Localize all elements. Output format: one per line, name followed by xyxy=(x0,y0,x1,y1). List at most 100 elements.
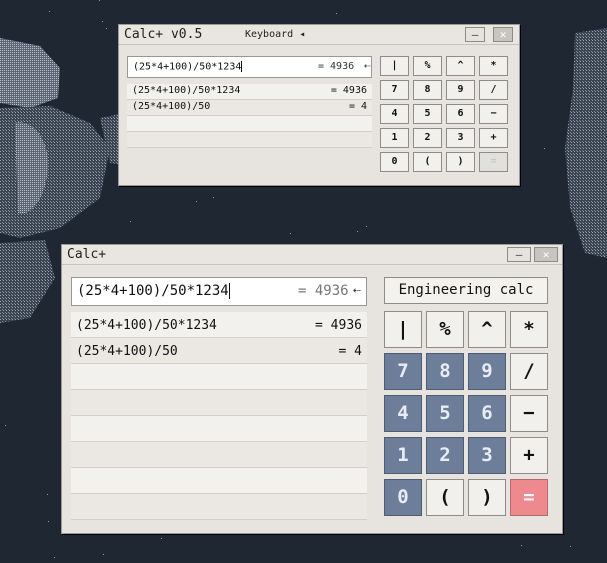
small-window-titlebar[interactable]: Calc+ v0.5 Keyboard ◂ — ✕ xyxy=(119,25,519,45)
history-expression: (25*4+100)/50 xyxy=(132,101,211,112)
small-expression-text: (25*4+100)/50*1234 xyxy=(133,61,242,73)
main-expression-input[interactable]: (25*4+100)/50*1234 = 4936 ⇠ xyxy=(71,277,367,306)
history-expression: (25*4+100)/50*1234 xyxy=(132,85,241,96)
history-row xyxy=(127,132,372,148)
small-result-preview: = 4936 xyxy=(318,61,355,72)
key-plus-button[interactable]: + xyxy=(479,128,508,148)
history-expression: (25*4+100)/50*1234 xyxy=(76,318,217,333)
backspace-icon[interactable]: ⇠ xyxy=(353,283,361,298)
key-percent-button[interactable]: % xyxy=(413,56,442,76)
key-minus-button[interactable]: − xyxy=(510,395,548,432)
key-equals-button[interactable]: = xyxy=(510,479,548,516)
history-row xyxy=(127,116,372,132)
history-row xyxy=(71,390,367,416)
backspace-icon[interactable]: ⇠ xyxy=(364,59,371,72)
key-pipe-button[interactable]: | xyxy=(380,56,409,76)
history-row xyxy=(71,364,367,390)
small-calc-window: Calc+ v0.5 Keyboard ◂ — ✕ (25*4+100)/50*… xyxy=(118,24,520,186)
key-close-paren-button[interactable]: ) xyxy=(446,152,475,172)
star xyxy=(102,21,103,22)
key-multiply-button[interactable]: * xyxy=(479,56,508,76)
history-row[interactable]: (25*4+100)/50 = 4 xyxy=(71,338,367,364)
keyboard-toggle[interactable]: Keyboard ◂ xyxy=(245,29,305,40)
star xyxy=(290,233,291,234)
key-7-button[interactable]: 7 xyxy=(384,353,422,390)
key-3-button[interactable]: 3 xyxy=(446,128,475,148)
star xyxy=(570,546,571,547)
close-button[interactable]: ✕ xyxy=(493,27,513,42)
key-3-button[interactable]: 3 xyxy=(468,437,506,474)
history-row[interactable]: (25*4+100)/50 = 4 xyxy=(127,100,372,116)
small-window-title: Calc+ v0.5 xyxy=(124,27,203,42)
key-5-button[interactable]: 5 xyxy=(426,395,464,432)
key-close-paren-button[interactable]: ) xyxy=(468,479,506,516)
main-expression-text: (25*4+100)/50*1234 xyxy=(77,283,229,299)
star xyxy=(99,0,100,1)
history-row xyxy=(71,494,367,520)
main-result-preview: = 4936 xyxy=(298,283,349,299)
star xyxy=(103,554,104,555)
main-window-titlebar[interactable]: Calc+ — ✕ xyxy=(62,245,562,265)
minimize-button[interactable]: — xyxy=(507,247,531,262)
history-result: = 4 xyxy=(338,344,362,359)
main-calc-window: Calc+ — ✕ (25*4+100)/50*1234 = 4936 ⇠ En… xyxy=(61,244,563,534)
keyboard-label: Keyboard xyxy=(245,29,294,40)
key-2-button[interactable]: 2 xyxy=(413,128,442,148)
star xyxy=(48,521,49,522)
history-result: = 4936 xyxy=(315,318,362,333)
star xyxy=(366,226,367,227)
key-minus-button[interactable]: − xyxy=(479,104,508,124)
key-equals-button[interactable]: = xyxy=(479,152,508,172)
key-1-button[interactable]: 1 xyxy=(384,437,422,474)
key-4-button[interactable]: 4 xyxy=(384,395,422,432)
key-2-button[interactable]: 2 xyxy=(426,437,464,474)
star xyxy=(47,494,48,495)
key-8-button[interactable]: 8 xyxy=(413,80,442,100)
key-plus-button[interactable]: + xyxy=(510,437,548,474)
key-6-button[interactable]: 6 xyxy=(468,395,506,432)
star xyxy=(332,186,333,187)
small-history-list: (25*4+100)/50*1234 = 4936 (25*4+100)/50 = 4 xyxy=(127,84,372,148)
history-expression: (25*4+100)/50 xyxy=(76,344,178,359)
key-0-button[interactable]: 0 xyxy=(384,479,422,516)
key-open-paren-button[interactable]: ( xyxy=(413,152,442,172)
key-power-button[interactable]: ^ xyxy=(446,56,475,76)
star xyxy=(544,148,545,149)
star xyxy=(213,197,214,198)
star xyxy=(54,557,55,558)
key-9-button[interactable]: 9 xyxy=(468,353,506,390)
star xyxy=(336,13,337,14)
minimize-button[interactable]: — xyxy=(465,27,485,42)
keyboard-arrow-icon: ◂ xyxy=(299,29,306,40)
key-open-paren-button[interactable]: ( xyxy=(426,479,464,516)
key-7-button[interactable]: 7 xyxy=(380,80,409,100)
star xyxy=(357,231,358,232)
wallpaper-robot-right xyxy=(565,28,607,258)
history-row xyxy=(71,416,367,442)
key-divide-button[interactable]: / xyxy=(510,353,548,390)
key-0-button[interactable]: 0 xyxy=(380,152,409,172)
key-power-button[interactable]: ^ xyxy=(468,311,506,348)
history-row[interactable]: (25*4+100)/50*1234 = 4936 xyxy=(127,84,372,100)
close-button[interactable]: ✕ xyxy=(534,247,558,262)
history-result: = 4 xyxy=(348,101,367,112)
key-divide-button[interactable]: / xyxy=(479,80,508,100)
key-5-button[interactable]: 5 xyxy=(413,104,442,124)
key-1-button[interactable]: 1 xyxy=(380,128,409,148)
key-9-button[interactable]: 9 xyxy=(446,80,475,100)
key-multiply-button[interactable]: * xyxy=(510,311,548,348)
main-window-title: Calc+ xyxy=(67,247,107,262)
engineering-calc-button[interactable]: Engineering calc xyxy=(384,277,548,304)
key-8-button[interactable]: 8 xyxy=(426,353,464,390)
star xyxy=(196,201,197,202)
key-percent-button[interactable]: % xyxy=(426,311,464,348)
history-row[interactable]: (25*4+100)/50*1234 = 4936 xyxy=(71,312,367,338)
key-pipe-button[interactable]: | xyxy=(384,311,422,348)
small-expression-input[interactable]: (25*4+100)/50*1234 = 4936 ⇠ xyxy=(127,56,372,78)
star xyxy=(161,538,162,539)
main-history-list: (25*4+100)/50*1234 = 4936 (25*4+100)/50 = 4 xyxy=(71,312,367,520)
key-6-button[interactable]: 6 xyxy=(446,104,475,124)
history-row xyxy=(71,468,367,494)
key-4-button[interactable]: 4 xyxy=(380,104,409,124)
star xyxy=(49,11,50,12)
